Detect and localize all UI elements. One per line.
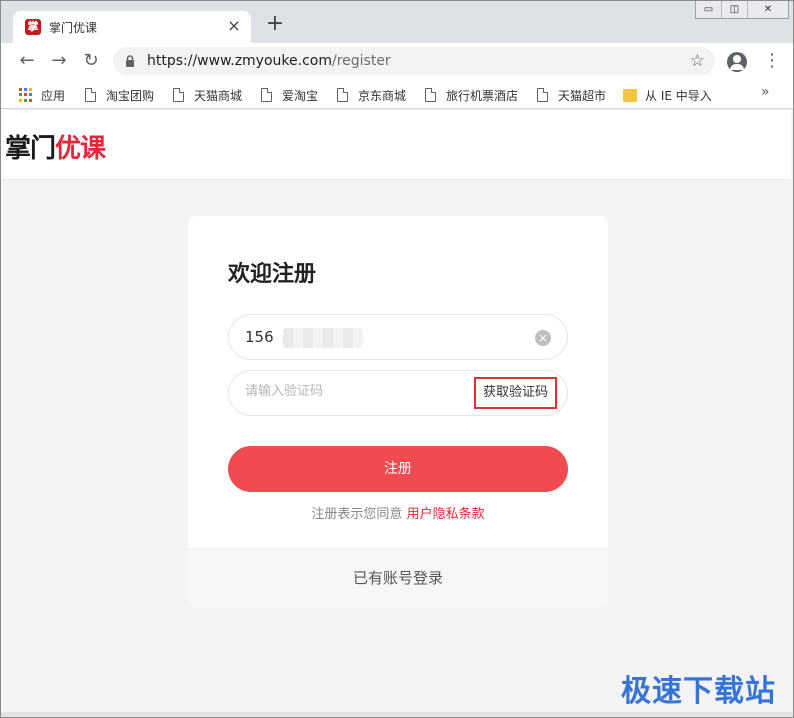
- page-icon: [173, 88, 184, 102]
- watermark: 极速下载站: [621, 674, 776, 709]
- bookmark-label: 爱淘宝: [282, 88, 319, 103]
- privacy-policy-link[interactable]: 用户隐私条款: [407, 507, 485, 522]
- login-link[interactable]: 已有账号登录: [188, 548, 608, 608]
- bookmark-apps[interactable]: 应用: [19, 86, 65, 104]
- bookmark-item[interactable]: 旅行机票酒店: [425, 86, 518, 104]
- url-path: /register: [331, 53, 391, 69]
- bookmark-label: 从 IE 中导入: [645, 88, 712, 103]
- forward-button[interactable]: →: [47, 49, 71, 73]
- page-content: 掌门优课 欢迎注册 156 × 获取验证码 注册 注册表示您同意 用户隐私条款 …: [1, 110, 793, 717]
- agreement-text: 注册表示您同意 用户隐私条款: [188, 503, 608, 522]
- register-card: 欢迎注册 156 × 获取验证码 注册 注册表示您同意 用户隐私条款 已有账号登…: [188, 216, 608, 608]
- register-button[interactable]: 注册: [228, 446, 568, 492]
- bookmarks-overflow-icon[interactable]: »: [761, 84, 770, 100]
- reload-button[interactable]: ↻: [79, 49, 103, 73]
- page-icon: [261, 88, 272, 102]
- site-header: 掌门优课: [1, 110, 791, 180]
- page-icon: [337, 88, 348, 102]
- bookmark-label: 旅行机票酒店: [446, 88, 519, 103]
- bookmark-label: 天猫商城: [194, 88, 243, 103]
- maximize-button[interactable]: ◫: [722, 1, 748, 18]
- folder-icon: [623, 88, 637, 102]
- minimize-button[interactable]: ▭: [696, 1, 722, 18]
- phone-value: 156: [245, 328, 274, 346]
- agreement-prefix: 注册表示您同意: [311, 507, 407, 522]
- bookmark-item[interactable]: 京东商城: [337, 86, 406, 104]
- bookmark-item[interactable]: 淘宝团购: [85, 86, 154, 104]
- close-window-button[interactable]: ✕: [748, 1, 788, 18]
- bookmark-label: 应用: [41, 88, 66, 103]
- back-button[interactable]: ←: [15, 49, 39, 73]
- bookmark-label: 淘宝团购: [106, 88, 155, 103]
- address-bar[interactable]: https://www.zmyouke.com/register ☆: [113, 47, 715, 75]
- lock-icon: [126, 55, 134, 67]
- verification-code-input[interactable]: [245, 384, 455, 399]
- apps-grid-icon: [19, 88, 33, 102]
- bookmark-item[interactable]: 天猫超市: [537, 86, 606, 104]
- phone-field[interactable]: 156 ×: [228, 314, 568, 360]
- account-icon[interactable]: [727, 52, 747, 72]
- browser-toolbar: ← → ↻ https://www.zmyouke.com/register ☆…: [1, 43, 793, 79]
- bookmark-label: 天猫超市: [558, 88, 607, 103]
- url-text: https://www.zmyouke.com/register: [147, 53, 391, 69]
- page-icon: [85, 88, 96, 102]
- bookmark-star-icon[interactable]: ☆: [690, 51, 705, 71]
- logo-part2: 优课: [55, 134, 106, 164]
- browser-window: 掌 掌门优课 × + ▭ ◫ ✕ ← → ↻ https://www.zmyou…: [0, 0, 794, 718]
- bookmark-folder[interactable]: 从 IE 中导入: [623, 86, 712, 104]
- new-tab-button[interactable]: +: [263, 13, 287, 37]
- logo-part1: 掌门: [5, 134, 56, 164]
- browser-tab[interactable]: 掌 掌门优课 ×: [13, 11, 251, 44]
- site-logo[interactable]: 掌门优课: [5, 128, 106, 165]
- horizontal-scrollbar[interactable]: [1, 712, 793, 717]
- bookmark-item[interactable]: 爱淘宝: [261, 86, 318, 104]
- tab-close-icon[interactable]: ×: [225, 17, 243, 35]
- bookmark-label: 京东商城: [358, 88, 407, 103]
- page-title: 欢迎注册: [228, 262, 317, 287]
- clear-icon[interactable]: ×: [535, 330, 551, 346]
- window-controls: ▭ ◫ ✕: [695, 1, 789, 19]
- page-icon: [425, 88, 436, 102]
- bookmark-item[interactable]: 天猫商城: [173, 86, 242, 104]
- bookmarks-bar: 应用 淘宝团购 天猫商城 爱淘宝 京东商城 旅行机票酒店 天猫超市 从 IE 中…: [1, 79, 793, 109]
- phone-mask: [283, 328, 363, 348]
- page-icon: [537, 88, 548, 102]
- url-host: https://www.zmyouke.com: [147, 53, 332, 69]
- get-code-button[interactable]: 获取验证码: [473, 377, 557, 409]
- site-favicon-icon: 掌: [25, 19, 41, 35]
- tab-strip: 掌 掌门优课 × + ▭ ◫ ✕: [1, 1, 793, 44]
- verification-code-field: 获取验证码: [228, 370, 568, 416]
- browser-menu-icon[interactable]: ⋮: [763, 51, 781, 73]
- tab-title: 掌门优课: [49, 21, 98, 35]
